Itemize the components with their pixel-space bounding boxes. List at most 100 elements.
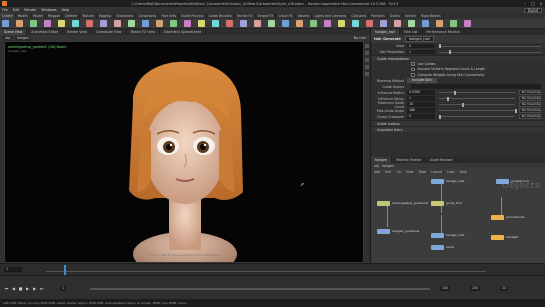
display-option-icon[interactable] (365, 44, 369, 48)
node-body[interactable] (431, 233, 444, 238)
network-menu-item[interactable]: View (406, 170, 414, 174)
checkbox-icon[interactable] (411, 73, 415, 77)
shelf-tool-icon[interactable] (142, 20, 149, 27)
camera-menu[interactable]: No cam (354, 36, 366, 40)
shelf-tool-icon[interactable] (44, 20, 51, 27)
param-slider[interactable] (439, 108, 517, 113)
shelf-tool-icon[interactable] (30, 20, 37, 27)
shelf-tool-icon[interactable] (254, 20, 261, 27)
network-menu-item[interactable]: Labs (447, 170, 454, 174)
shelf-tool-icon[interactable] (58, 20, 65, 27)
checkbox-icon[interactable] (411, 67, 415, 71)
network-menu-item[interactable]: Help (459, 170, 466, 174)
camera-icon[interactable] (365, 58, 369, 62)
end-frame-field[interactable]: 240 (470, 286, 481, 291)
network-canvas[interactable]: Objects hairgen_hair guidegroom workingset… (371, 175, 545, 263)
current-frame-field[interactable]: 1 (4, 267, 22, 272)
shelf-tool-icon[interactable] (450, 20, 457, 27)
shelf-tool-icon[interactable] (72, 20, 79, 27)
play-icon[interactable]: ▶ (25, 286, 30, 291)
shelf-tool-icon[interactable] (282, 20, 289, 27)
shelf-tool-icon[interactable] (268, 20, 275, 27)
network-menu-item[interactable]: Edit (385, 170, 391, 174)
tab-params-node[interactable]: hairgen_hair (371, 29, 400, 35)
shelf-tool-icon[interactable] (338, 20, 345, 27)
node-name-field[interactable]: hairgen_hair (404, 36, 434, 42)
jump-start-icon[interactable]: ⏮ (4, 286, 9, 291)
param-slider[interactable] (439, 96, 515, 101)
close-icon[interactable]: × (537, 1, 545, 6)
override-dropdown[interactable]: No Override (519, 90, 541, 95)
maximize-icon[interactable]: □ (529, 1, 537, 6)
path-hairgen[interactable]: hairgen (14, 35, 31, 41)
shelf-tool-icon[interactable] (184, 20, 191, 27)
shelf-tool-icon[interactable] (16, 20, 23, 27)
shelf-tool-icon[interactable] (240, 20, 247, 27)
range-start-field[interactable]: 1 (60, 286, 67, 291)
jump-end-icon[interactable]: ⏭ (39, 286, 44, 291)
node-body[interactable] (377, 229, 390, 234)
network-node[interactable]: extra (431, 245, 454, 250)
timeline-ruler[interactable] (46, 268, 486, 272)
network-node[interactable]: guide_trim (431, 201, 462, 206)
stop-icon[interactable]: ■ (18, 286, 23, 291)
fps-field[interactable]: 24 (500, 286, 509, 291)
shelf-tool-icon[interactable] (226, 20, 233, 27)
node-body[interactable] (377, 201, 390, 206)
override-dropdown[interactable]: No Override (519, 108, 541, 113)
param-value-field[interactable]: 0 (407, 114, 435, 119)
blending-method-button[interactable]: Include Skin Blends (407, 78, 437, 87)
shelf-tool-icon[interactable] (394, 20, 401, 27)
shelf-tool-icon[interactable] (296, 20, 303, 27)
shelf-tool-icon[interactable] (198, 20, 205, 27)
shelf-tool-icon[interactable] (436, 20, 443, 27)
tab-material-palette[interactable]: Material Palette (392, 157, 427, 163)
shelf-tool-icon[interactable] (352, 20, 359, 27)
network-node[interactable]: groomGuide (491, 215, 524, 220)
network-menu-item[interactable]: Tools (418, 170, 426, 174)
network-menu-item[interactable]: Layout (431, 170, 442, 174)
param-slider[interactable] (439, 114, 515, 119)
shelf-tool-icon[interactable] (408, 20, 415, 27)
scene-viewport[interactable]: workingsetup_geoNet1 (OBJ Node) hairgen_… (4, 41, 364, 263)
param-value-field[interactable]: 0 (407, 43, 435, 49)
shelf-tool-icon[interactable] (100, 20, 107, 27)
checkbox-icon[interactable]: ✓ (411, 62, 415, 66)
param-slider[interactable] (439, 90, 515, 95)
network-node[interactable]: hairlight (491, 235, 518, 240)
shelf-tool-icon[interactable] (170, 20, 177, 27)
param-value-field[interactable]: 1 (407, 49, 435, 55)
network-menu-item[interactable]: Go (396, 170, 400, 174)
node-body[interactable] (431, 179, 444, 184)
guide-groups-field[interactable] (411, 84, 541, 89)
step-back-icon[interactable]: ◀ (11, 286, 16, 291)
shelf-tool-icon[interactable] (128, 20, 135, 27)
override-dropdown[interactable]: No Override (519, 114, 541, 119)
tab-performance-monitor[interactable]: Performance Monitor (423, 29, 465, 35)
node-body[interactable] (496, 179, 509, 184)
node-body[interactable] (491, 215, 504, 220)
param-value-field[interactable]: 10 (407, 102, 435, 107)
menu-edit[interactable]: Edit (13, 8, 20, 12)
menu-render[interactable]: Render (24, 8, 36, 12)
desktop-dropdown[interactable]: Build (523, 7, 542, 13)
param-slider[interactable] (439, 102, 515, 107)
tab-network[interactable]: hairgen (371, 157, 393, 163)
tab-asset-browser[interactable]: Asset Browser (426, 157, 458, 163)
tab-take-list[interactable]: Take List (400, 29, 423, 35)
range-end-field[interactable]: 240 (440, 286, 451, 291)
node-body[interactable] (431, 245, 444, 250)
network-node[interactable]: hairgen_hair (431, 233, 465, 238)
shading-icon[interactable] (365, 51, 369, 55)
network-node[interactable]: guidegroom (496, 179, 529, 184)
section-unguided-hairs[interactable]: Unguided Hairs (371, 125, 545, 132)
shelf-tool-icon[interactable] (380, 20, 387, 27)
grid-icon[interactable] (365, 65, 369, 69)
menu-file[interactable]: File (2, 8, 8, 12)
path-obj[interactable]: obj (3, 35, 12, 41)
shelf-tool-icon[interactable] (114, 20, 121, 27)
network-node[interactable]: hairgen_hair (431, 179, 465, 184)
override-dropdown[interactable]: No Override (519, 96, 541, 101)
node-body[interactable] (431, 201, 444, 206)
network-node[interactable]: hairgen_guidesnw (377, 229, 419, 234)
